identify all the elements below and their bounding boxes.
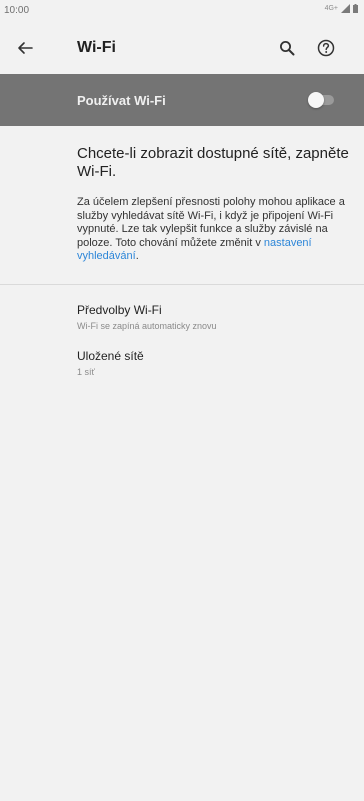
wifi-master-switch-row[interactable]: Používat Wi-Fi: [0, 74, 364, 126]
search-button[interactable]: [268, 29, 306, 67]
saved-networks-item[interactable]: Uložené sítě 1 síť: [0, 349, 364, 397]
status-icons: 4G+: [325, 4, 358, 13]
toggle-thumb: [308, 92, 324, 108]
help-button[interactable]: [307, 29, 345, 67]
status-bar: 10:00 4G+: [0, 0, 364, 22]
page-title: Wi-Fi: [77, 39, 116, 56]
wifi-preferences-title: Předvolby Wi-Fi: [77, 303, 162, 317]
back-arrow-icon: [18, 42, 33, 54]
saved-networks-subtitle: 1 síť: [77, 367, 95, 377]
search-icon: [280, 41, 295, 56]
section-divider: [0, 284, 364, 285]
status-time: 10:00: [4, 5, 30, 16]
back-button[interactable]: [6, 29, 44, 67]
wifi-toggle[interactable]: [308, 92, 336, 108]
wifi-preferences-subtitle: Wi-Fi se zapíná automaticky znovu: [77, 321, 217, 331]
wifi-off-heading: Chcete-li zobrazit dostupné sítě, zapnět…: [77, 145, 349, 180]
scanning-info-text: Za účelem zlepšení přesnosti polohy moho…: [77, 196, 353, 264]
saved-networks-title: Uložené sítě: [77, 349, 144, 363]
signal-icon: [341, 4, 350, 13]
wifi-master-switch-label: Používat Wi-Fi: [77, 93, 166, 108]
battery-icon: [353, 4, 358, 13]
app-bar: Wi-Fi: [0, 22, 364, 74]
help-icon: [317, 39, 335, 57]
scanning-info-end: .: [135, 250, 139, 263]
network-type-label: 4G+: [324, 5, 338, 12]
wifi-preferences-item[interactable]: Předvolby Wi-Fi Wi-Fi se zapíná automati…: [0, 303, 364, 351]
